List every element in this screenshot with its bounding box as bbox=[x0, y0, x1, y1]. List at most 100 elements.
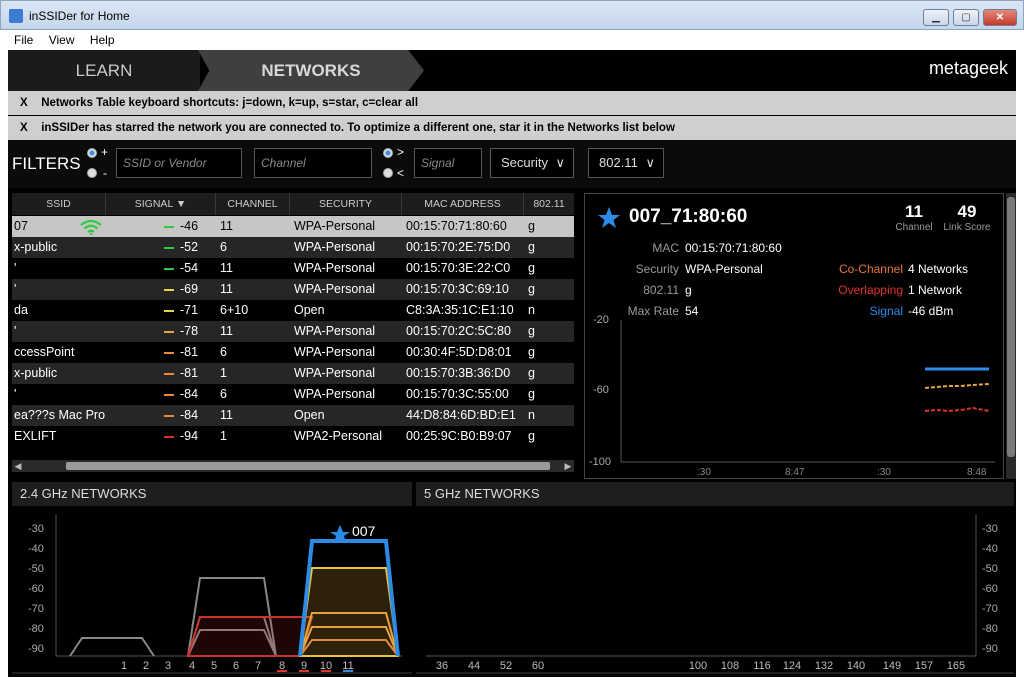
cell-signal: -81 bbox=[106, 342, 216, 363]
table-row[interactable]: ' -69 11 WPA-Personal 00:15:70:3C:69:10 g bbox=[12, 279, 574, 300]
security-value: WPA-Personal bbox=[294, 324, 376, 338]
channel-filter-input[interactable]: Channel bbox=[254, 148, 372, 178]
signal-value: -69 bbox=[180, 282, 199, 296]
signal-value: -84 bbox=[180, 387, 199, 401]
table-row[interactable]: ' -78 11 WPA-Personal 00:15:70:2C:5C:80 g bbox=[12, 321, 574, 342]
cell-ssid: x-public bbox=[12, 363, 106, 384]
security-value: WPA-Personal bbox=[685, 262, 763, 276]
col-mac[interactable]: MAC ADDRESS bbox=[402, 193, 524, 215]
menu-file[interactable]: File bbox=[8, 30, 39, 50]
minimize-button[interactable]: ▁ bbox=[923, 9, 949, 26]
scroll-left-icon[interactable]: ◀ bbox=[12, 460, 24, 472]
cell-signal: -84 bbox=[106, 405, 216, 426]
cell-security: Open bbox=[290, 300, 402, 321]
col-ssid[interactable]: SSID bbox=[12, 193, 106, 215]
cell-security: WPA-Personal bbox=[290, 258, 402, 279]
panel-24ghz: 2.4 GHz NETWORKS -30 -40 -50 -60 -70 -80… bbox=[12, 482, 412, 674]
signal-strength-bar bbox=[164, 415, 174, 417]
table-row[interactable]: EXLIFT -94 1 WPA2-Personal 00:25:9C:B0:B9:07… bbox=[12, 426, 574, 447]
channel-tick: 36 bbox=[436, 660, 448, 672]
menu-help[interactable]: Help bbox=[84, 30, 121, 50]
cell-channel: 11 bbox=[216, 279, 290, 300]
table-row[interactable]: x-public -81 1 WPA-Personal 00:15:70:3B:36:D… bbox=[12, 363, 574, 384]
table-row[interactable]: ' -54 11 WPA-Personal 00:15:70:3E:22:C0 g bbox=[12, 258, 574, 279]
y-tick: -40 bbox=[28, 543, 44, 555]
details-scrollbar[interactable] bbox=[1006, 193, 1016, 479]
ssid-value: x-public bbox=[14, 240, 58, 254]
cell-signal: -94 bbox=[106, 426, 216, 447]
cell-signal: -52 bbox=[106, 237, 216, 258]
x-tick: 8:47 bbox=[785, 467, 805, 478]
cell-mac: C8:3A:35:1C:E1:10 bbox=[402, 300, 524, 321]
std-value: n bbox=[528, 303, 535, 317]
signal-gt-radio[interactable] bbox=[383, 148, 393, 158]
col-signal[interactable]: SIGNAL ▼ bbox=[106, 193, 216, 215]
col-802-11[interactable]: 802.11 bbox=[524, 193, 574, 215]
scroll-thumb[interactable] bbox=[66, 462, 550, 470]
notice-text: inSSIDer has starred the network you are… bbox=[41, 122, 675, 134]
mac-value: 00:15:70:2C:5C:80 bbox=[406, 324, 511, 338]
panel-5ghz-title: 5 GHz NETWORKS bbox=[424, 486, 540, 501]
signal-lt-radio[interactable] bbox=[383, 168, 393, 178]
security-value: WPA-Personal bbox=[294, 387, 376, 401]
signal-value: -46 bbox=[180, 219, 199, 233]
table-row[interactable]: x-public -52 6 WPA-Personal 00:15:70:2E:75:D… bbox=[12, 237, 574, 258]
cell-channel: 1 bbox=[216, 426, 290, 447]
cell-mac: 44:D8:84:6D:BD:E1 bbox=[402, 405, 524, 426]
cell-channel: 6 bbox=[216, 342, 290, 363]
brand-logo: metageek bbox=[928, 58, 1008, 78]
signal-strength-bar bbox=[164, 373, 174, 375]
include-radio[interactable] bbox=[87, 148, 97, 158]
cell-signal: -81 bbox=[106, 363, 216, 384]
menu-view[interactable]: View bbox=[43, 30, 81, 50]
security-value: WPA-Personal bbox=[294, 240, 376, 254]
notice-close-button[interactable]: X bbox=[20, 116, 38, 140]
cell-std: g bbox=[524, 237, 574, 258]
std-value: g bbox=[528, 366, 535, 380]
table-hscrollbar[interactable]: ◀ ▶ bbox=[12, 460, 574, 472]
channel-value: 11 bbox=[220, 219, 233, 233]
notice-text: Networks Table keyboard shortcuts: j=dow… bbox=[41, 97, 419, 109]
star-icon[interactable] bbox=[597, 206, 621, 230]
chevron-down-icon: ∨ bbox=[645, 155, 655, 170]
standard-dropdown[interactable]: 802.11 ∨ bbox=[588, 148, 664, 178]
security-value: WPA2-Personal bbox=[294, 429, 382, 443]
menu-bar: File View Help bbox=[8, 30, 1016, 50]
scroll-right-icon[interactable]: ▶ bbox=[562, 460, 574, 472]
x-tick: 8:48 bbox=[967, 467, 987, 478]
tab-learn[interactable]: LEARN bbox=[8, 50, 200, 91]
table-row[interactable]: 07 -46 11 WPA-Personal 00:15:70:71:80:60 g bbox=[12, 216, 574, 237]
notice-close-button[interactable]: X bbox=[20, 91, 38, 115]
table-row[interactable]: da -71 6+10 Open C8:3A:35:1C:E1:10 n bbox=[12, 300, 574, 321]
col-security[interactable]: SECURITY bbox=[290, 193, 402, 215]
table-row[interactable]: ccessPoint -81 6 WPA-Personal 00:30:4F:5D:D8… bbox=[12, 342, 574, 363]
table-row[interactable]: ' -84 6 WPA-Personal 00:15:70:3C:55:00 g bbox=[12, 384, 574, 405]
tab-networks[interactable]: NETWORKS bbox=[198, 50, 424, 91]
overlap-line bbox=[924, 406, 990, 413]
signal-filter-input[interactable]: Signal bbox=[414, 148, 482, 178]
close-button[interactable]: ✕ bbox=[983, 9, 1017, 26]
details-channel-value: 11 bbox=[905, 202, 923, 221]
cochannel-line bbox=[924, 383, 990, 389]
y-tick: -80 bbox=[982, 623, 998, 635]
security-dropdown[interactable]: Security ∨ bbox=[490, 148, 574, 178]
exclude-radio[interactable] bbox=[87, 168, 97, 178]
scroll-thumb[interactable] bbox=[1007, 197, 1015, 457]
table-row[interactable]: ea???s Mac Pro -84 11 Open 44:D8:84:6D:BD:E1… bbox=[12, 405, 574, 426]
col-channel[interactable]: CHANNEL bbox=[216, 193, 290, 215]
ssid-filter-input[interactable]: SSID or Vendor bbox=[116, 148, 242, 178]
standard-label: 802.11 bbox=[643, 283, 679, 297]
channel-value: 6+10 bbox=[220, 303, 249, 317]
channel-tick: 116 bbox=[753, 660, 771, 672]
maximize-button[interactable]: ▢ bbox=[953, 9, 979, 26]
cell-channel: 1 bbox=[216, 363, 290, 384]
ssid-value: x-public bbox=[14, 366, 58, 380]
ssid-value: ' bbox=[14, 261, 17, 275]
std-value: g bbox=[528, 345, 535, 359]
channel-tick: 149 bbox=[883, 660, 901, 672]
signal-value: -71 bbox=[180, 303, 199, 317]
channel-tick: 7 bbox=[255, 660, 261, 672]
signal-strength-bar bbox=[164, 268, 174, 270]
std-value: g bbox=[528, 219, 535, 233]
plus-label: + bbox=[101, 145, 109, 159]
